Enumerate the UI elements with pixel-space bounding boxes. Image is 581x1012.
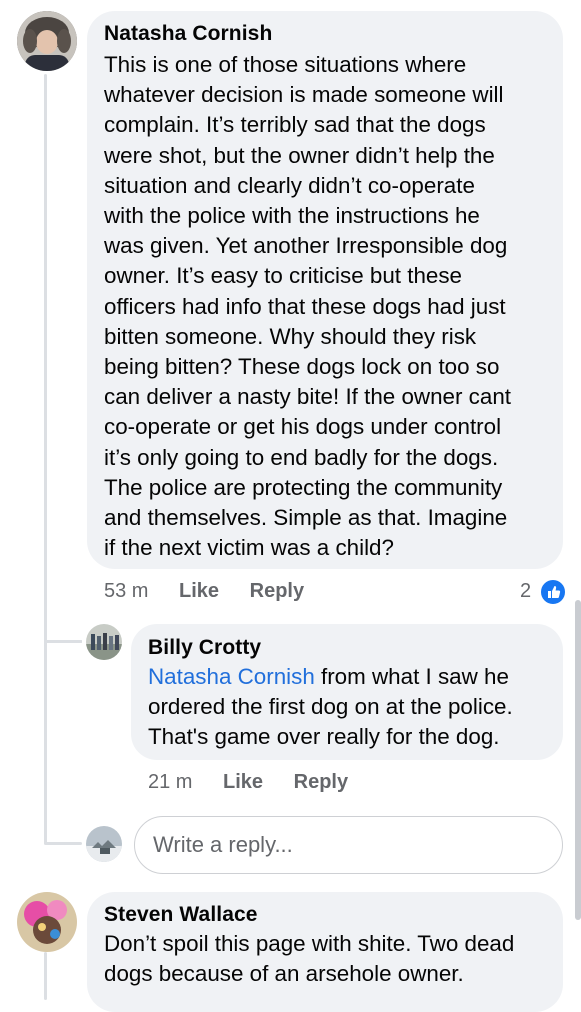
avatar-billy-photo: [86, 624, 122, 660]
comment-line: with the police with the instructions he: [104, 203, 480, 229]
reaction-count: 2: [520, 580, 532, 602]
comment-line: co-operate or get his dogs under control: [104, 414, 502, 440]
comment-line: if the next victim was a child?: [104, 535, 394, 561]
avatar-current-user-photo: [86, 826, 122, 862]
avatar-natasha[interactable]: [17, 11, 77, 71]
avatar-natasha-photo: [17, 11, 77, 71]
comment-text: This is one of those situations where wh…: [104, 50, 559, 563]
like-button[interactable]: Like: [223, 771, 263, 793]
comment-line: The police are protecting the community: [104, 474, 503, 500]
comment-line: complain. It’s terribly sad that the dog…: [104, 112, 486, 138]
comment-line: it’s only going to end badly for the dog…: [104, 444, 499, 470]
comment-text: Don’t spoil this page with shite. Two de…: [104, 929, 559, 989]
mention-link[interactable]: Natasha Cornish: [148, 664, 315, 689]
reply-button[interactable]: Reply: [294, 771, 348, 793]
reply-button[interactable]: Reply: [250, 580, 304, 602]
comment-author[interactable]: Billy Crotty: [148, 635, 261, 661]
comment-meta-billy: 21 m Like Reply: [148, 771, 348, 794]
comment-line: situation and clearly didn’t co-operate: [104, 172, 475, 198]
comment-author[interactable]: Steven Wallace: [104, 902, 258, 928]
avatar-current-user: [86, 826, 122, 862]
write-reply-input[interactable]: Write a reply...: [134, 816, 563, 874]
comment-line: were shot, but the owner didn’t help the: [104, 142, 495, 168]
comment-line-rest: from what I saw he: [314, 664, 509, 689]
comment-line: was given. Yet another Irresponsible dog: [104, 233, 508, 259]
comment-line: bitten someone. Why should they risk: [104, 323, 477, 349]
comment-line: dogs because of an arsehole owner.: [104, 961, 464, 987]
comment-timestamp[interactable]: 53 m: [104, 580, 148, 602]
comment-text: Natasha Cornish from what I saw he order…: [148, 662, 560, 753]
like-button[interactable]: Like: [179, 580, 219, 602]
thread-line-steven: [44, 952, 47, 1000]
comment-line: Natasha Cornish from what I saw he: [148, 662, 560, 692]
avatar-steven-photo: [17, 892, 77, 952]
comment-line: being bitten? These dogs lock on too so: [104, 354, 500, 380]
comment-author[interactable]: Natasha Cornish: [104, 21, 272, 47]
comment-meta-natasha: 53 m Like Reply: [104, 580, 304, 603]
comment-bubble-billy[interactable]: Billy Crotty Natasha Cornish from what I…: [131, 624, 563, 760]
comment-line: Don’t spoil this page with shite. Two de…: [104, 931, 515, 956]
avatar-billy[interactable]: [86, 624, 122, 660]
comment-line: whatever decision is made someone will: [104, 82, 504, 108]
comment-line: and themselves. Simple as that. Imagine: [104, 505, 508, 531]
comment-line: ordered the first dog on at the police.: [148, 694, 513, 720]
comment-line: That's game over really for the dog.: [148, 724, 500, 750]
comment-line: owner. It’s easy to criticise but these: [104, 263, 463, 289]
thread-line-main: [44, 74, 47, 844]
comment-line: This is one of those situations where: [104, 52, 467, 77]
comment-bubble-natasha[interactable]: Natasha Cornish This is one of those sit…: [87, 11, 563, 569]
avatar-steven[interactable]: [17, 892, 77, 952]
like-icon: [540, 579, 566, 605]
comment-line: can deliver a nasty bite! If the owner c…: [104, 384, 511, 410]
comment-timestamp[interactable]: 21 m: [148, 771, 192, 793]
comment-line: officers had info that these dogs had ju…: [104, 293, 506, 319]
scrollbar-thumb[interactable]: [575, 600, 581, 920]
thread-connector-billy: [44, 640, 82, 643]
thread-connector-reply: [44, 842, 82, 845]
comment-bubble-steven[interactable]: Steven Wallace Don’t spoil this page wit…: [87, 892, 563, 1012]
